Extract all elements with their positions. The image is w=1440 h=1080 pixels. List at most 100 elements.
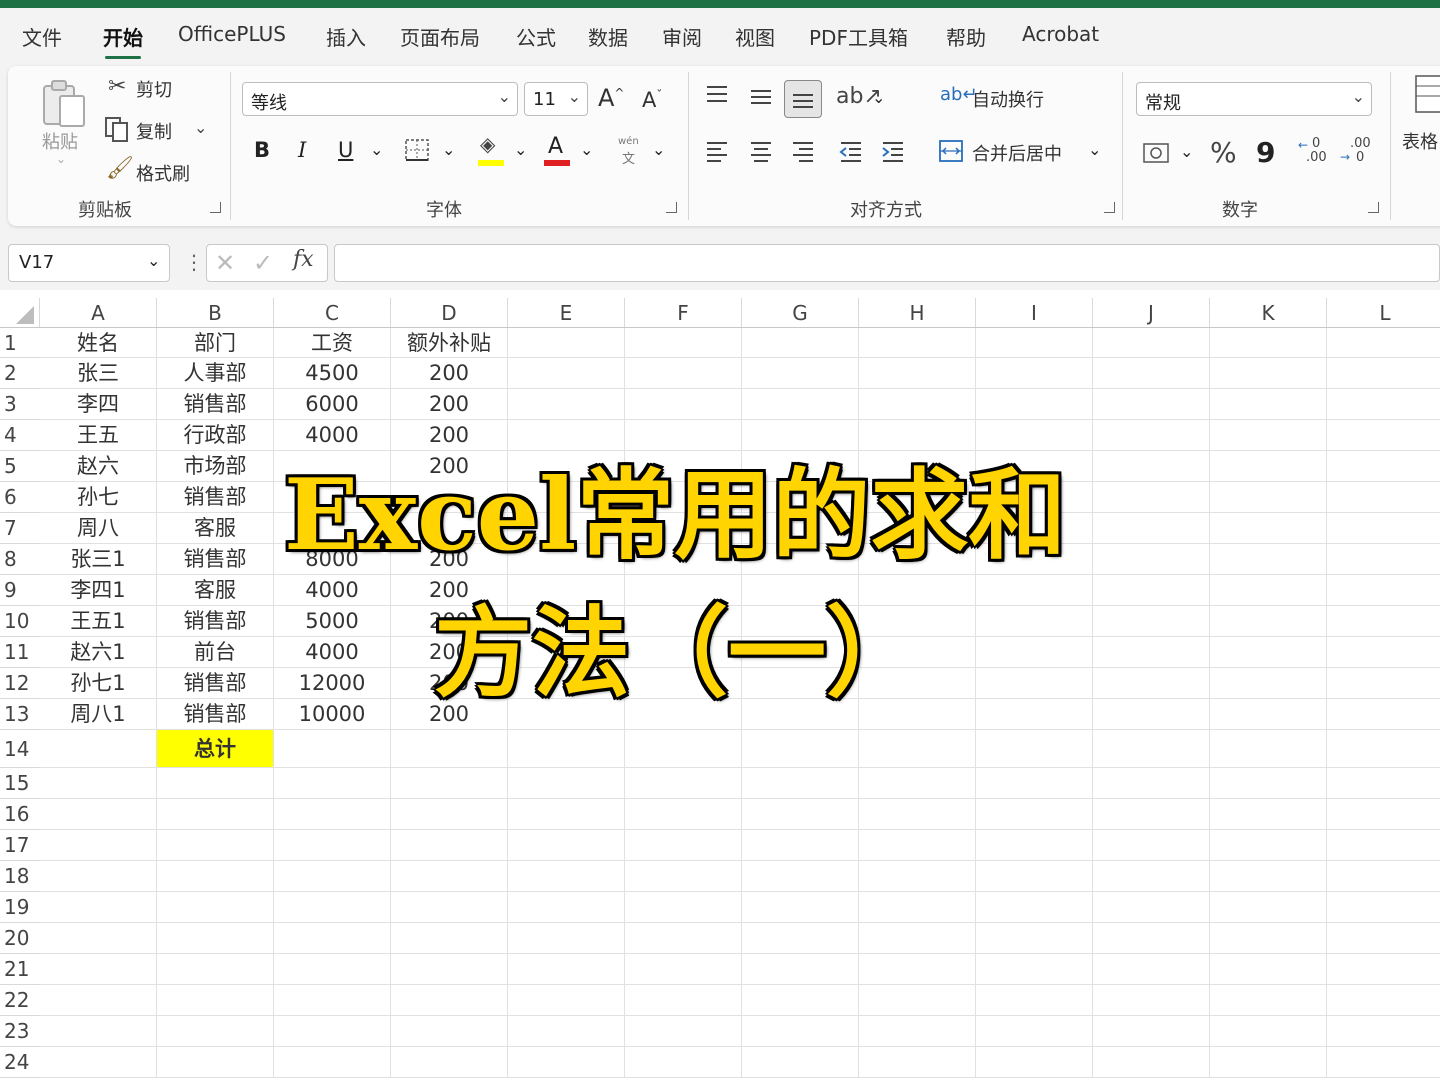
- table-cell[interactable]: [1210, 420, 1327, 451]
- table-cell[interactable]: [1210, 730, 1327, 768]
- table-cell[interactable]: [1210, 575, 1327, 606]
- table-cell[interactable]: [391, 954, 508, 985]
- table-cell[interactable]: [274, 892, 391, 923]
- table-cell[interactable]: 张三1: [40, 544, 157, 575]
- table-cell[interactable]: [40, 799, 157, 830]
- font-name-select[interactable]: 等线 ⌄: [242, 82, 518, 116]
- table-cell[interactable]: [742, 799, 859, 830]
- name-box[interactable]: V17 ⌄: [8, 244, 170, 282]
- table-cell[interactable]: [1093, 799, 1210, 830]
- dialog-launcher-icon[interactable]: [210, 202, 221, 213]
- row-header[interactable]: 6: [0, 482, 40, 513]
- dialog-launcher-icon[interactable]: [666, 202, 677, 213]
- table-cell[interactable]: [1210, 1047, 1327, 1078]
- table-cell[interactable]: [976, 768, 1093, 799]
- row-header[interactable]: 21: [0, 954, 40, 985]
- table-cell[interactable]: [859, 799, 976, 830]
- table-cell[interactable]: [859, 358, 976, 389]
- table-cell[interactable]: [859, 389, 976, 420]
- table-cell[interactable]: [274, 861, 391, 892]
- table-cell[interactable]: [1210, 985, 1327, 1016]
- column-header[interactable]: E: [508, 298, 625, 328]
- table-header-cell[interactable]: 额外补贴: [391, 328, 508, 358]
- table-cell[interactable]: [40, 861, 157, 892]
- table-cell[interactable]: [1210, 923, 1327, 954]
- table-cell[interactable]: [391, 730, 508, 768]
- table-header-cell[interactable]: 姓名: [40, 328, 157, 358]
- table-cell[interactable]: 孙七1: [40, 668, 157, 699]
- table-cell[interactable]: [1327, 575, 1440, 606]
- row-header[interactable]: 8: [0, 544, 40, 575]
- table-cell[interactable]: 客服: [157, 513, 274, 544]
- row-header[interactable]: 15: [0, 768, 40, 799]
- table-cell[interactable]: 销售部: [157, 389, 274, 420]
- chevron-down-icon[interactable]: ⌄: [194, 118, 207, 137]
- table-cell[interactable]: 客服: [157, 575, 274, 606]
- table-cell[interactable]: 周八1: [40, 699, 157, 730]
- chevron-down-icon[interactable]: ⌄: [370, 140, 383, 159]
- table-cell[interactable]: [1210, 544, 1327, 575]
- table-cell[interactable]: [1327, 358, 1440, 389]
- align-middle-icon[interactable]: [748, 86, 774, 108]
- column-header[interactable]: J: [1093, 298, 1210, 328]
- chevron-down-icon[interactable]: ⌄: [1180, 142, 1193, 161]
- comma-style-button[interactable]: 9: [1256, 136, 1275, 169]
- increase-font-size-button[interactable]: A^: [598, 84, 624, 112]
- table-cell[interactable]: [40, 730, 157, 768]
- table-cell[interactable]: [1327, 420, 1440, 451]
- table-cell[interactable]: [40, 923, 157, 954]
- table-cell[interactable]: [1210, 892, 1327, 923]
- table-cell[interactable]: [391, 892, 508, 923]
- cancel-icon[interactable]: ✕: [215, 249, 235, 277]
- table-cell[interactable]: [1327, 954, 1440, 985]
- table-cell[interactable]: 10000: [274, 699, 391, 730]
- table-cell[interactable]: [391, 799, 508, 830]
- table-cell[interactable]: [859, 892, 976, 923]
- table-cell[interactable]: 李四: [40, 389, 157, 420]
- table-cell[interactable]: [976, 699, 1093, 730]
- table-cell[interactable]: [508, 358, 625, 389]
- table-cell[interactable]: [1327, 768, 1440, 799]
- format-as-table-button[interactable]: 表格: [1402, 74, 1440, 154]
- column-header[interactable]: C: [274, 298, 391, 328]
- row-header[interactable]: 11: [0, 637, 40, 668]
- table-cell[interactable]: 4000: [274, 637, 391, 668]
- table-header-cell[interactable]: 部门: [157, 328, 274, 358]
- table-cell[interactable]: [1210, 1016, 1327, 1047]
- row-header[interactable]: 17: [0, 830, 40, 861]
- underline-button[interactable]: U: [338, 138, 353, 162]
- table-cell[interactable]: 王五1: [40, 606, 157, 637]
- table-cell[interactable]: [40, 892, 157, 923]
- table-cell[interactable]: [742, 1016, 859, 1047]
- table-cell[interactable]: [274, 985, 391, 1016]
- tab-acrobat[interactable]: Acrobat: [1022, 22, 1099, 46]
- decrease-decimal-button[interactable]: .00 0 →: [1340, 136, 1372, 168]
- table-cell[interactable]: [1093, 637, 1210, 668]
- table-cell[interactable]: [625, 1016, 742, 1047]
- table-cell[interactable]: [1327, 1047, 1440, 1078]
- table-cell[interactable]: [742, 830, 859, 861]
- table-cell[interactable]: [742, 861, 859, 892]
- table-cell[interactable]: [976, 985, 1093, 1016]
- row-header[interactable]: 23: [0, 1016, 40, 1047]
- table-cell[interactable]: [742, 954, 859, 985]
- table-cell[interactable]: [157, 923, 274, 954]
- column-header[interactable]: B: [157, 298, 274, 328]
- table-cell[interactable]: [1327, 861, 1440, 892]
- table-cell[interactable]: [1327, 513, 1440, 544]
- table-cell[interactable]: [1093, 699, 1210, 730]
- tab-insert[interactable]: 插入: [326, 22, 366, 51]
- table-cell[interactable]: [1327, 328, 1440, 358]
- row-header[interactable]: 13: [0, 699, 40, 730]
- table-cell[interactable]: [1327, 451, 1440, 482]
- table-cell[interactable]: [391, 1016, 508, 1047]
- table-cell[interactable]: [157, 799, 274, 830]
- row-header[interactable]: 3: [0, 389, 40, 420]
- table-cell[interactable]: [391, 830, 508, 861]
- table-cell[interactable]: 200: [391, 389, 508, 420]
- row-header[interactable]: 7: [0, 513, 40, 544]
- table-cell[interactable]: 5000: [274, 606, 391, 637]
- table-cell[interactable]: 4000: [274, 575, 391, 606]
- table-cell[interactable]: [274, 1016, 391, 1047]
- more-options-icon[interactable]: ⋮: [184, 250, 204, 274]
